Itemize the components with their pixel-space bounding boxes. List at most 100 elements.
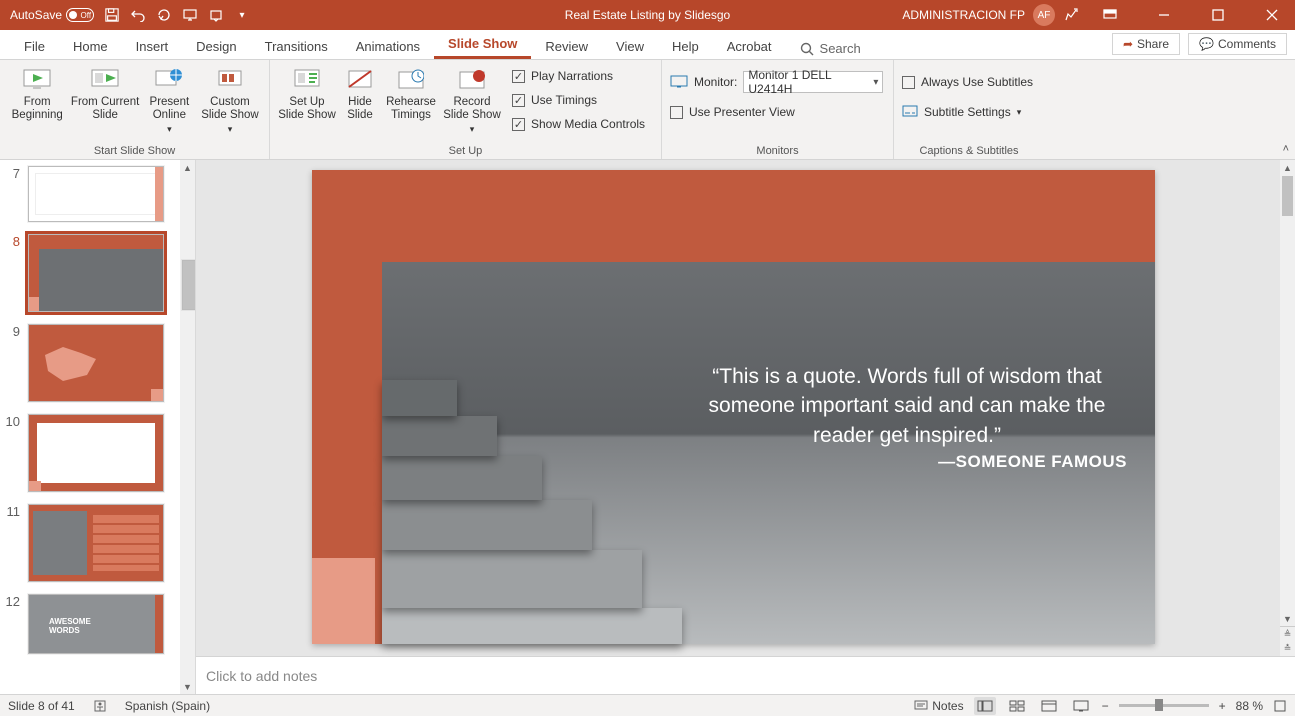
ribbon-display-icon[interactable]	[1087, 0, 1133, 30]
slide-thumb-10[interactable]: 10	[0, 408, 180, 498]
play-narrations-checkbox[interactable]: ✓Play Narrations	[512, 64, 645, 88]
slide-thumbnails-panel: 7 8 9 10 11 12 AWESOMEWORDS	[0, 160, 196, 694]
reading-view-icon[interactable]	[1038, 697, 1060, 715]
zoom-level[interactable]: 88 %	[1236, 699, 1263, 713]
language-status[interactable]: Spanish (Spain)	[125, 699, 210, 713]
monitor-icon	[670, 75, 688, 89]
custom-slide-show-button[interactable]: Custom Slide Show▾	[199, 64, 261, 135]
slide-thumb-9[interactable]: 9	[0, 318, 180, 408]
coming-soon-icon[interactable]	[1063, 7, 1079, 23]
ribbon-tabs: File Home Insert Design Transitions Anim…	[0, 30, 1295, 60]
slide-sorter-view-icon[interactable]	[1006, 697, 1028, 715]
undo-icon[interactable]	[130, 7, 146, 23]
document-title: Real Estate Listing by Slidesgo	[565, 8, 730, 22]
group-label-captions: Captions & Subtitles	[902, 145, 1036, 159]
slide-thumb-7[interactable]: 7	[0, 160, 180, 228]
zoom-slider[interactable]	[1119, 704, 1209, 707]
rehearse-timings-button[interactable]: Rehearse Timings	[384, 64, 438, 122]
slide-image: “This is a quote. Words full of wisdom t…	[382, 262, 1155, 644]
comments-button[interactable]: 💬Comments	[1188, 33, 1287, 55]
present-from-start-icon[interactable]	[182, 7, 198, 23]
redo-icon[interactable]	[156, 7, 172, 23]
always-use-subtitles-checkbox[interactable]: Always Use Subtitles	[902, 70, 1033, 94]
tab-transitions[interactable]: Transitions	[251, 33, 342, 59]
hide-slide-icon	[344, 66, 376, 94]
tab-review[interactable]: Review	[531, 33, 602, 59]
next-slide-icon[interactable]: ≛	[1280, 641, 1295, 656]
from-beginning-button[interactable]: From Beginning	[8, 64, 66, 122]
user-avatar[interactable]: AF	[1033, 4, 1055, 26]
collapse-ribbon-icon[interactable]: ˄	[1283, 143, 1289, 155]
slide-thumb-8[interactable]: 8	[0, 228, 180, 318]
share-icon: ➦	[1123, 37, 1133, 51]
subtitle-icon	[902, 105, 918, 119]
use-presenter-view-checkbox[interactable]: Use Presenter View	[670, 100, 795, 124]
custom-show-icon	[214, 66, 246, 94]
use-timings-checkbox[interactable]: ✓Use Timings	[512, 88, 645, 112]
close-button[interactable]	[1249, 0, 1295, 30]
fit-to-window-icon[interactable]	[1273, 699, 1287, 713]
comment-icon: 💬	[1199, 37, 1214, 51]
slide-counter: Slide 8 of 41	[8, 699, 75, 713]
present-online-button[interactable]: Present Online▾	[144, 64, 195, 135]
qat-more-icon[interactable]	[208, 7, 224, 23]
tab-design[interactable]: Design	[182, 33, 250, 59]
tab-view[interactable]: View	[602, 33, 658, 59]
tab-animations[interactable]: Animations	[342, 33, 434, 59]
autosave-toggle[interactable]: AutoSave Off	[10, 8, 94, 22]
slideshow-view-icon[interactable]	[1070, 697, 1092, 715]
slide-thumb-11[interactable]: 11	[0, 498, 180, 588]
slide-editor: “This is a quote. Words full of wisdom t…	[196, 160, 1295, 694]
normal-view-icon[interactable]	[974, 697, 996, 715]
hide-slide-button[interactable]: Hide Slide	[340, 64, 380, 122]
globe-icon	[153, 66, 185, 94]
scroll-down-icon[interactable]: ▼	[1280, 611, 1295, 626]
monitor-label: Monitor:	[694, 75, 737, 89]
search-icon	[800, 42, 814, 56]
play-icon	[21, 66, 53, 94]
clock-icon	[395, 66, 427, 94]
notes-toggle[interactable]: Notes	[914, 699, 963, 713]
group-label-setup: Set Up	[278, 145, 653, 159]
share-button[interactable]: ➦Share	[1112, 33, 1180, 55]
slide-thumb-12[interactable]: 12 AWESOMEWORDS	[0, 588, 180, 660]
zoom-in-button[interactable]: +	[1219, 699, 1226, 713]
notes-pane[interactable]: Click to add notes	[196, 656, 1295, 694]
slide-author-text[interactable]: —SOMEONE FAMOUS	[687, 452, 1127, 472]
show-media-controls-checkbox[interactable]: ✓Show Media Controls	[512, 112, 645, 136]
save-icon[interactable]	[104, 7, 120, 23]
accessibility-icon[interactable]	[93, 699, 107, 713]
group-label-start: Start Slide Show	[8, 145, 261, 159]
tab-help[interactable]: Help	[658, 33, 713, 59]
zoom-out-button[interactable]: −	[1102, 699, 1109, 713]
record-slide-show-button[interactable]: Record Slide Show▾	[442, 64, 502, 135]
tab-home[interactable]: Home	[59, 33, 122, 59]
tab-slide-show[interactable]: Slide Show	[434, 30, 531, 59]
from-current-slide-button[interactable]: From Current Slide	[70, 64, 139, 122]
status-bar: Slide 8 of 41 Spanish (Spain) Notes − + …	[0, 694, 1295, 716]
editor-scrollbar[interactable]: ▲ ▼ ≜ ≛	[1280, 160, 1295, 656]
title-bar: AutoSave Off ▾ Real Estate Listing by Sl…	[0, 0, 1295, 30]
tab-acrobat[interactable]: Acrobat	[713, 33, 786, 59]
monitor-select[interactable]: Monitor 1 DELL U2414H	[743, 71, 883, 93]
thumbnails-scrollbar[interactable]: ▲ ▼	[180, 160, 195, 694]
scroll-up-icon[interactable]: ▲	[1280, 160, 1295, 175]
subtitle-settings-button[interactable]: Subtitle Settings▾	[902, 100, 1021, 124]
maximize-button[interactable]	[1195, 0, 1241, 30]
qat-customize-icon[interactable]: ▾	[234, 7, 250, 23]
ribbon: From Beginning From Current Slide Presen…	[0, 60, 1295, 160]
prev-slide-icon[interactable]: ≜	[1280, 626, 1295, 641]
record-icon	[456, 66, 488, 94]
minimize-button[interactable]	[1141, 0, 1187, 30]
group-label-monitors: Monitors	[670, 145, 885, 159]
slide-quote-text[interactable]: “This is a quote. Words full of wisdom t…	[687, 362, 1127, 450]
tab-insert[interactable]: Insert	[122, 33, 183, 59]
play-current-icon	[89, 66, 121, 94]
setup-icon	[291, 66, 323, 94]
tab-file[interactable]: File	[10, 33, 59, 59]
scroll-up-icon[interactable]: ▲	[180, 160, 195, 175]
set-up-slide-show-button[interactable]: Set Up Slide Show	[278, 64, 336, 122]
slide-canvas[interactable]: “This is a quote. Words full of wisdom t…	[312, 170, 1155, 644]
tell-me-search[interactable]: Search	[786, 41, 875, 59]
scroll-down-icon[interactable]: ▼	[180, 679, 195, 694]
